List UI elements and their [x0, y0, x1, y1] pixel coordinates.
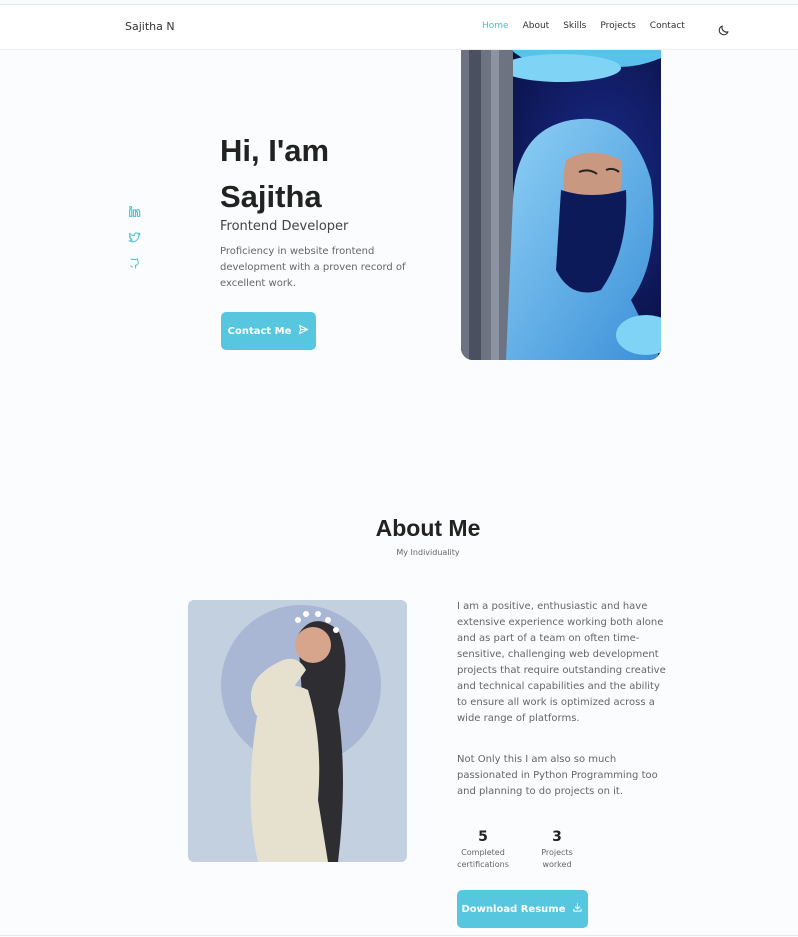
contact-me-button[interactable]: Contact Me [221, 312, 316, 350]
social-links [128, 203, 141, 269]
about-title: About Me [375, 515, 481, 541]
main-nav: Home About Skills Projects Contact [482, 21, 699, 31]
stat-projects-label-line1: Projects [541, 848, 573, 857]
nav-projects[interactable]: Projects [600, 21, 635, 31]
bottom-border [0, 935, 798, 936]
nav-contact[interactable]: Contact [650, 21, 685, 31]
site-logo[interactable]: Sajitha N [125, 20, 175, 33]
stat-certifications: 5 Completed certifications [453, 829, 513, 871]
stat-projects-number: 3 [552, 829, 562, 845]
site-header: Sajitha N Home About Skills Projects Con… [0, 5, 798, 50]
download-resume-label: Download Resume [461, 903, 566, 915]
twitter-icon[interactable] [128, 229, 141, 243]
nav-home[interactable]: Home [482, 21, 509, 31]
hero-title-line1: Hi, I'am [220, 133, 330, 168]
stat-certifications-label-line1: Completed [461, 848, 505, 857]
about-illustration [188, 600, 407, 862]
linkedin-icon[interactable] [128, 203, 141, 217]
moon-icon[interactable] [718, 21, 730, 36]
hero-description: Proficiency in website frontend developm… [220, 246, 406, 289]
contact-me-label: Contact Me [227, 325, 292, 337]
hero-subtitle: Frontend Developer [220, 219, 349, 234]
nav-skills[interactable]: Skills [563, 21, 586, 31]
nav-about[interactable]: About [523, 21, 550, 31]
hero-title: Hi, I'am Sajitha [220, 128, 329, 220]
stat-projects: 3 Projects worked [527, 829, 587, 871]
send-icon [298, 324, 309, 338]
github-icon[interactable] [128, 255, 141, 269]
download-resume-button[interactable]: Download Resume [457, 890, 588, 928]
download-icon [572, 902, 583, 916]
stat-certifications-label-line2: certifications [457, 860, 509, 869]
about-paragraph-2: Not Only this I am also so much passiona… [457, 754, 658, 797]
about-subtitle: My Individuality [396, 548, 460, 557]
hero-title-line2: Sajitha [220, 179, 322, 214]
stat-certifications-number: 5 [478, 829, 488, 845]
stat-projects-label-line2: worked [542, 860, 572, 869]
hero-illustration [461, 50, 661, 360]
about-paragraph-1: I am a positive, enthusiastic and have e… [457, 601, 666, 724]
